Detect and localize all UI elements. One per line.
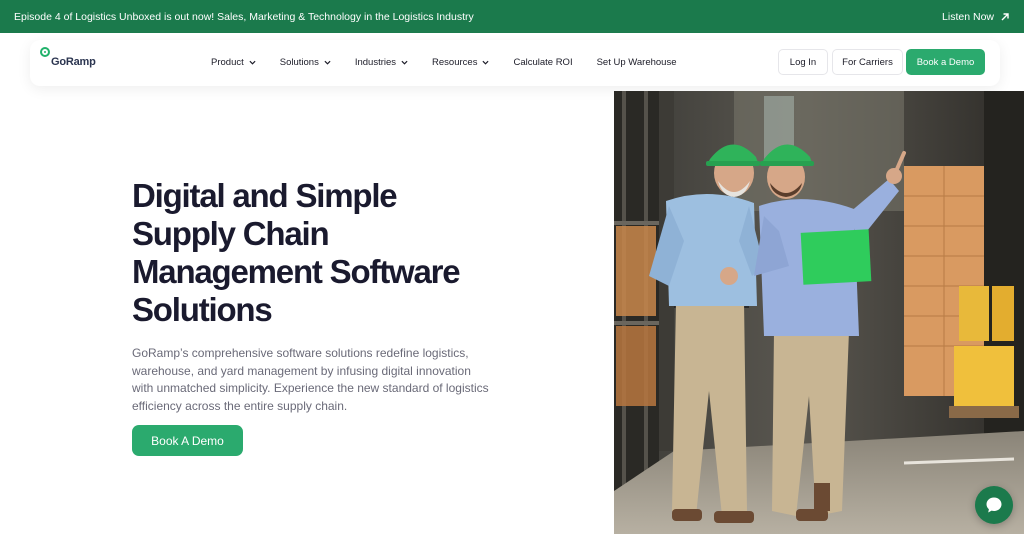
hero-title-line: Digital and Simple [132, 177, 398, 214]
goramp-logo[interactable]: GoRamp [40, 47, 96, 68]
chevron-down-icon [249, 60, 256, 65]
hero-title-line: Solutions [132, 291, 273, 328]
chevron-down-icon [324, 60, 331, 65]
nav-label: Calculate ROI [513, 56, 573, 68]
nav-item-calculate-roi[interactable]: Calculate ROI [513, 57, 572, 68]
nav-item-solutions[interactable]: Solutions [280, 57, 331, 68]
announcement-text: Episode 4 of Logistics Unboxed is out no… [14, 10, 474, 23]
chevron-down-icon [401, 60, 408, 65]
hero-warehouse-photo [614, 91, 1024, 534]
nav-item-set-up-warehouse[interactable]: Set Up Warehouse [597, 57, 677, 68]
arrow-up-right-icon [1001, 12, 1009, 20]
announcement-bar: Episode 4 of Logistics Unboxed is out no… [0, 0, 1024, 33]
hero-title-line: Supply Chain [132, 215, 330, 252]
nav-label: Product [211, 56, 244, 68]
book-demo-header-button[interactable]: Book a Demo [906, 49, 985, 75]
listen-now-link[interactable]: Listen Now [942, 11, 1010, 23]
chat-bubble-icon [986, 497, 1002, 513]
hero-title: Digital and Simple Supply Chain Manageme… [132, 177, 512, 329]
logo-text: GoRamp [51, 56, 96, 68]
book-demo-hero-button[interactable]: Book A Demo [132, 425, 243, 456]
nav-item-product[interactable]: Product [211, 57, 256, 68]
chat-widget-button[interactable] [975, 486, 1013, 524]
site-header: GoRamp Product Solutions Industries Reso… [30, 40, 1000, 86]
listen-now-label: Listen Now [942, 10, 994, 23]
hero-description: GoRamp’s comprehensive software solution… [132, 346, 489, 413]
main-nav: Product Solutions Industries Resources C… [211, 40, 701, 84]
nav-item-industries[interactable]: Industries [355, 57, 408, 68]
logo-mark-icon [40, 47, 50, 57]
chevron-down-icon [482, 60, 489, 65]
hero-title-line: Management Software [132, 253, 461, 290]
warehouse-illustration [614, 91, 1024, 534]
nav-label: Set Up Warehouse [596, 56, 677, 68]
nav-label: Industries [354, 56, 397, 68]
login-button[interactable]: Log In [778, 49, 828, 75]
nav-label: Resources [432, 56, 478, 68]
nav-item-resources[interactable]: Resources [432, 57, 489, 68]
nav-label: Solutions [279, 56, 319, 68]
for-carriers-button[interactable]: For Carriers [832, 49, 903, 75]
